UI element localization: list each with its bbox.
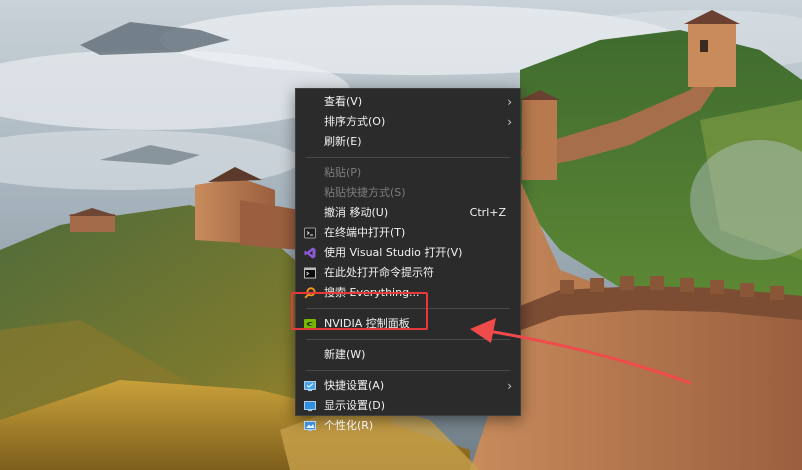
- annotation-arrow: [470, 318, 692, 385]
- desktop[interactable]: 查看(V) › 排序方式(O) › 刷新(E) 粘贴(P) 粘贴快捷方式(S) …: [0, 0, 802, 470]
